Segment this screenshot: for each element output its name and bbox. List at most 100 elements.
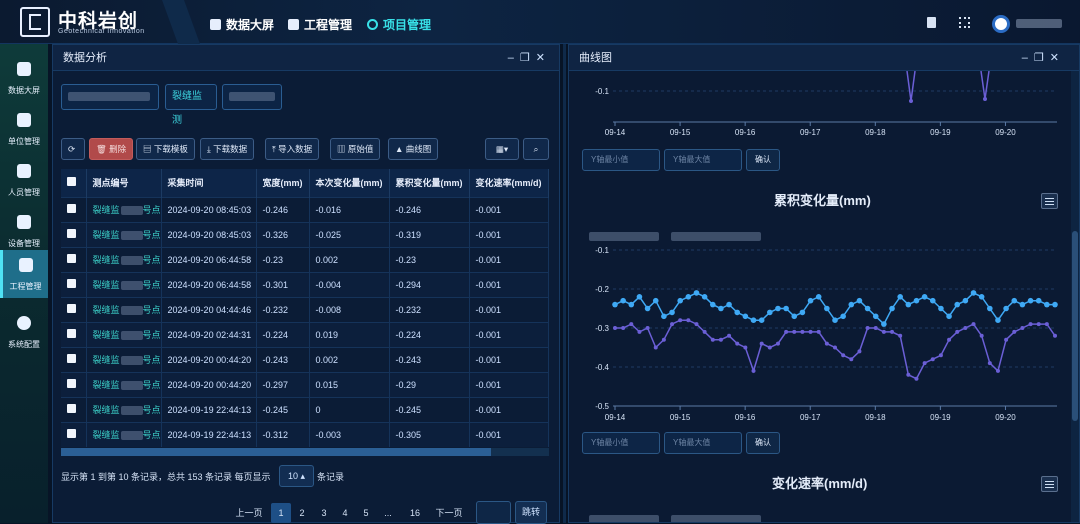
sidebar-item-personnel[interactable]: 人员管理 (0, 156, 48, 204)
nav-item-manage[interactable]: 项目管理 (367, 16, 431, 33)
sidebar-item-unit[interactable]: 单位管理 (0, 105, 48, 153)
page-4[interactable]: 4 (336, 503, 354, 523)
row-checkbox[interactable] (61, 196, 87, 222)
table-row[interactable]: 裂缝监 号点 2024-09-20 08:45:03 -0.326 -0.025 -0.3… (61, 221, 550, 247)
trash-icon[interactable] (927, 17, 936, 28)
monitor-type-select[interactable]: 裂缝监测 (165, 84, 217, 126)
data-point (947, 337, 952, 342)
x-tick-label: 09-14 (605, 128, 626, 137)
raw-value-button[interactable]: ▥ 原始值 (330, 138, 381, 160)
window-controls[interactable]: –❐✕ (508, 45, 551, 71)
legend-rate[interactable] (589, 511, 761, 522)
nav-data-screen[interactable]: 数据大屏 (210, 16, 274, 33)
table-row[interactable]: 裂缝监 号点 2024-09-19 22:44:13 -0.245 0 -0.245 -0.… (61, 396, 550, 422)
download-template-button[interactable]: ▤ 下载模板 (136, 138, 195, 160)
point-select[interactable] (222, 84, 282, 110)
import-data-button[interactable]: ⤒ 导入数据 (265, 138, 320, 160)
cube-icon (17, 62, 31, 76)
sidebar-item-data-screen[interactable]: 数据大屏 (0, 54, 48, 102)
table-row[interactable]: 裂缝监 号点 2024-09-20 04:44:46 -0.232 -0.008 -0.2… (61, 296, 550, 322)
cell-point[interactable]: 裂缝监 号点 (86, 421, 162, 447)
table-cell: -0.245 (389, 396, 470, 422)
col-delta[interactable]: 本次变化量(mm) (309, 169, 390, 197)
page-size-select[interactable]: 10 ▴ (279, 465, 314, 487)
fullscreen-icon[interactable] (959, 17, 970, 28)
row-checkbox[interactable] (61, 296, 87, 322)
table-cell: -0.232 (389, 296, 470, 322)
table-row[interactable]: 裂缝监 号点 2024-09-20 00:44:20 -0.243 0.002 -0.24… (61, 346, 550, 372)
search-button[interactable]: ⌕ (523, 138, 549, 160)
cell-point[interactable]: 裂缝监 号点 (86, 196, 162, 222)
page-1[interactable]: 1 (271, 503, 291, 523)
nav-project-manage[interactable]: 工程管理 (288, 16, 352, 33)
y-min-input[interactable]: Y轴最小值 (582, 149, 660, 171)
row-checkbox[interactable] (61, 271, 87, 297)
download-data-button[interactable]: ⤓ 下载数据 (200, 138, 255, 160)
chart-menu-icon-2[interactable] (1041, 476, 1058, 492)
table-cell: -0.016 (309, 196, 390, 222)
row-checkbox[interactable] (61, 421, 87, 447)
row-checkbox[interactable] (61, 396, 87, 422)
sidebar-item-system[interactable]: 系统配置 (0, 308, 48, 356)
prev-page[interactable]: 上一页 (233, 503, 265, 523)
table-row[interactable]: 裂缝监 号点 2024-09-19 22:44:13 -0.312 -0.003 -0.3… (61, 421, 550, 447)
window-controls[interactable]: –❐✕ (1022, 45, 1065, 71)
columns-toggle-button[interactable]: ▦▾ (485, 138, 519, 160)
page-2[interactable]: 2 (293, 503, 311, 523)
data-point (987, 305, 993, 312)
panel-divider[interactable] (563, 44, 566, 523)
table-cell: 2024-09-20 08:45:03 (161, 196, 257, 222)
table-cell: -0.001 (469, 421, 550, 447)
page-16[interactable]: 16 (405, 503, 425, 523)
confirm-button[interactable]: 确认 (746, 149, 780, 171)
cell-point[interactable]: 裂缝监 号点 (86, 346, 162, 372)
cell-point[interactable]: 裂缝监 号点 (86, 221, 162, 247)
table-row[interactable]: 裂缝监 号点 2024-09-20 06:44:58 -0.301 -0.004 -0.2… (61, 271, 550, 297)
delete-button[interactable]: 🗑 删除 (89, 138, 134, 160)
data-point (767, 345, 772, 350)
horizontal-scrollbar[interactable] (61, 448, 549, 456)
col-time[interactable]: 采集时间 (161, 169, 257, 197)
col-point[interactable]: 测点编号 (86, 169, 162, 197)
sidebar-item-device[interactable]: 设备管理 (0, 207, 48, 255)
sidebar-item-project[interactable]: 工程管理 (0, 250, 48, 298)
next-page[interactable]: 下一页 (433, 503, 465, 523)
curve-button[interactable]: ▲ 曲线图 (388, 138, 439, 160)
vertical-scrollbar[interactable] (1071, 71, 1079, 522)
page-3[interactable]: 3 (315, 503, 333, 523)
jump-button[interactable]: 跳转 (515, 501, 547, 524)
row-checkbox[interactable] (61, 346, 87, 372)
table-row[interactable]: 裂缝监 号点 2024-09-20 02:44:31 -0.224 0.019 -0.22… (61, 321, 550, 347)
row-checkbox[interactable] (61, 371, 87, 397)
row-checkbox[interactable] (61, 246, 87, 272)
table-row[interactable]: 裂缝监 号点 2024-09-20 00:44:20 -0.297 0.015 -0.29… (61, 371, 550, 397)
select-all-checkbox[interactable] (67, 177, 76, 187)
col-width[interactable]: 宽度(mm) (256, 169, 310, 197)
cell-point[interactable]: 裂缝监 号点 (86, 321, 162, 347)
page-jump-input[interactable] (476, 501, 511, 524)
data-point (685, 294, 692, 300)
cell-point[interactable]: 裂缝监 号点 (86, 296, 162, 322)
cube-icon (210, 19, 221, 30)
y-max-input[interactable]: Y轴最大值 (664, 149, 742, 171)
row-checkbox[interactable] (61, 221, 87, 247)
chart-menu-icon[interactable] (1041, 193, 1058, 209)
col-cumulative[interactable]: 累积变化量(mm) (389, 169, 470, 197)
cell-point[interactable]: 裂缝监 号点 (86, 246, 162, 272)
avatar[interactable] (992, 15, 1010, 33)
cell-point[interactable]: 裂缝监 号点 (86, 371, 162, 397)
cell-point[interactable]: 裂缝监 号点 (86, 396, 162, 422)
y-min-input-2[interactable]: Y轴最小值 (582, 432, 660, 454)
cell-point[interactable]: 裂缝监 号点 (86, 271, 162, 297)
refresh-button[interactable]: ⟳ (61, 138, 85, 160)
y-max-input-2[interactable]: Y轴最大值 (664, 432, 742, 454)
project-select[interactable] (61, 84, 159, 110)
page-5[interactable]: 5 (357, 503, 375, 523)
row-checkbox[interactable] (61, 321, 87, 347)
table-row[interactable]: 裂缝监 号点 2024-09-20 08:45:03 -0.246 -0.016 -0.2… (61, 196, 550, 222)
table-row[interactable]: 裂缝监 号点 2024-09-20 06:44:58 -0.23 0.002 -0.23-… (61, 246, 550, 272)
col-rate[interactable]: 变化速率(mm/d) (469, 169, 550, 197)
data-point (938, 305, 944, 312)
confirm-button-2[interactable]: 确认 (746, 432, 780, 454)
username[interactable] (1016, 19, 1062, 28)
